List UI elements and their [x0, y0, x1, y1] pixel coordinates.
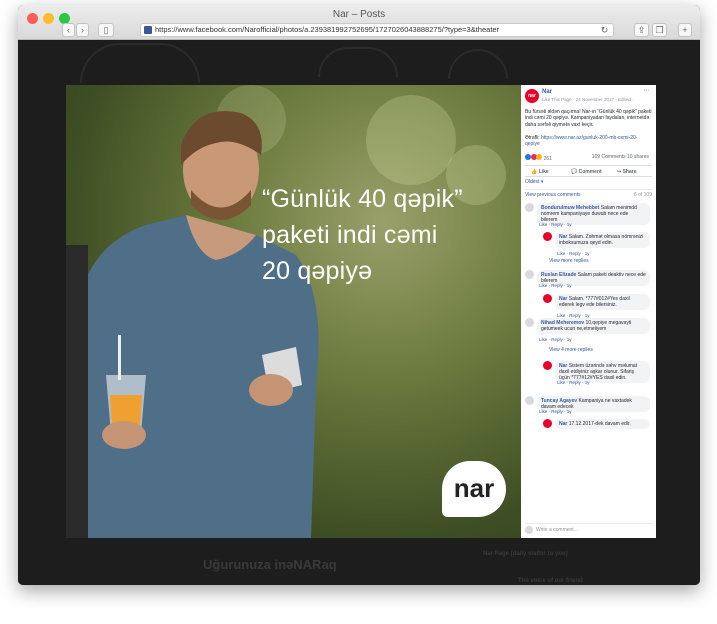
- post-text: Bu fürsəti əldən qaçırma! Nar-ın “Günlük…: [525, 109, 652, 128]
- headline-line: paketi indi cəmi: [262, 221, 438, 249]
- share-button[interactable]: ↪ Share: [617, 169, 637, 175]
- comment-button[interactable]: 💬 Comment: [571, 169, 602, 175]
- forward-button[interactable]: ›: [76, 23, 89, 37]
- post-meta: Like This Page · 24 November 2017 · Edit…: [542, 97, 634, 102]
- page-name-link[interactable]: Nar: [542, 89, 552, 95]
- comment-input[interactable]: Write a comment...: [536, 527, 578, 533]
- background-decoration: [318, 47, 398, 77]
- page-avatar[interactable]: nar: [525, 89, 539, 103]
- composer-row: Write a comment...: [525, 523, 652, 535]
- comment-bubble: Nihad Meheremov 10,qepiye megavayti getu…: [537, 318, 650, 334]
- comment-actions[interactable]: Like · Reply · 1y: [539, 283, 572, 288]
- post-photo[interactable]: “Günlük 40 qəpik” paketi indi cəmi 20 qə…: [66, 85, 521, 538]
- view-more-replies-link[interactable]: View more replies: [549, 258, 589, 264]
- tabs-icon[interactable]: ❐: [652, 23, 667, 37]
- haha-reaction-icon: [536, 154, 543, 160]
- traffic-label: Ətrafli:: [525, 135, 540, 141]
- comment-actions[interactable]: Like · Reply · 1y: [539, 222, 572, 227]
- post-sidebar: nar Nar Like This Page · 24 November 201…: [521, 85, 656, 538]
- share-label: Share: [622, 169, 637, 175]
- comment-actions[interactable]: Like · Reply · 1y: [539, 409, 572, 414]
- url-text: https://www.facebook.com/Narofficial/pho…: [155, 25, 500, 34]
- comment-text: Salam. *777#012#Yes daxil ederek legv ed…: [559, 296, 630, 308]
- background-text: The voice of our friend: [518, 578, 583, 584]
- facebook-favicon-icon: [144, 26, 152, 34]
- commenter-avatar[interactable]: [525, 203, 534, 212]
- post-link-row: Ətrafli: https://www.nar.az/gunluk-200-m…: [525, 135, 652, 148]
- background-slogan: Uğurunuza inəNARaq: [203, 557, 337, 572]
- comment-actions[interactable]: Like · Reply · 1y: [557, 251, 590, 256]
- reactions-row: 261 109 Comments 10 shares: [525, 154, 652, 163]
- comment-label: Comment: [578, 169, 602, 175]
- background-decoration: [448, 49, 508, 79]
- comment-text: Sistem üzərində səhv məlumat daxil etdiy…: [559, 363, 638, 381]
- comment-actions[interactable]: Like · Reply · 1y: [557, 380, 590, 385]
- reactions-count[interactable]: 261: [544, 156, 552, 162]
- share-icon[interactable]: ⇪: [634, 23, 649, 37]
- title-bar: Nar – Posts ‹ › ▯ https://www.facebook.c…: [18, 5, 700, 40]
- comment-text: Salam. Zəhmət olmasa nömrənizi inboksumu…: [559, 234, 644, 246]
- headline-line: 20 qəpiyə: [262, 257, 373, 285]
- post-link[interactable]: https://www.nar.az/gunluk-200-mb-cemi-20…: [525, 135, 637, 147]
- back-button[interactable]: ‹: [62, 23, 75, 37]
- like-button[interactable]: 👍 Like: [531, 169, 549, 175]
- reload-icon[interactable]: ↻: [598, 24, 611, 38]
- background-decoration: [80, 43, 200, 83]
- commenter-avatar[interactable]: [525, 270, 534, 279]
- comment-bubble: Nar Salam. *777#012#Yes daxil ederek leg…: [555, 294, 650, 310]
- commenter-avatar[interactable]: [525, 318, 534, 327]
- view-more-replies-link[interactable]: View 4 more replies: [549, 347, 593, 353]
- window-title: Nar – Posts: [332, 9, 386, 20]
- commenter-name[interactable]: Nar: [559, 421, 567, 427]
- new-tab-button[interactable]: +: [678, 23, 692, 37]
- commenter-avatar[interactable]: [543, 232, 552, 241]
- comment-bubble: Nar Salam. Zəhmət olmasa nömrənizi inbok…: [555, 232, 650, 248]
- comment-actions[interactable]: Like · Reply · 1y: [539, 337, 572, 342]
- background-text: Nar Page (daily visitor to you): [483, 551, 568, 557]
- man-with-phone-illustration: [66, 111, 319, 538]
- commenter-avatar[interactable]: [543, 361, 552, 370]
- comment-bubble: Nar 17.12.2017-dek davam edir.: [555, 419, 650, 429]
- photo-headline: “Günlük 40 qəpik” paketi indi cəmi 20 qə…: [262, 181, 463, 289]
- headline-line: “Günlük 40 qəpik”: [262, 185, 463, 213]
- browser-window: Nar – Posts ‹ › ▯ https://www.facebook.c…: [18, 5, 700, 585]
- sort-dropdown[interactable]: Oldest ▾: [525, 179, 543, 185]
- commenter-avatar[interactable]: [525, 396, 534, 405]
- nar-logo: nar: [442, 461, 506, 517]
- divider: [525, 189, 652, 190]
- action-bar: 👍 Like 💬 Comment ↪ Share: [525, 165, 652, 177]
- comment-text: 17.12.2017-dek davam edir.: [568, 421, 631, 427]
- like-label: Like: [538, 169, 549, 175]
- commenter-avatar[interactable]: [543, 419, 552, 428]
- comment-page-count: 6 of 109: [633, 192, 652, 198]
- user-avatar: [525, 526, 533, 534]
- comments-shares-count[interactable]: 109 Comments 10 shares: [592, 154, 649, 160]
- bokeh-light: [366, 95, 456, 185]
- address-bar[interactable]: https://www.facebook.com/Narofficial/pho…: [140, 23, 614, 37]
- sidebar-button[interactable]: ▯: [98, 23, 114, 37]
- more-options-icon[interactable]: ···: [643, 87, 650, 94]
- view-previous-comments-link[interactable]: View previous comments: [525, 192, 581, 198]
- page-content: “Günlük 40 qəpik” paketi indi cəmi 20 qə…: [18, 41, 700, 585]
- commenter-avatar[interactable]: [543, 294, 552, 303]
